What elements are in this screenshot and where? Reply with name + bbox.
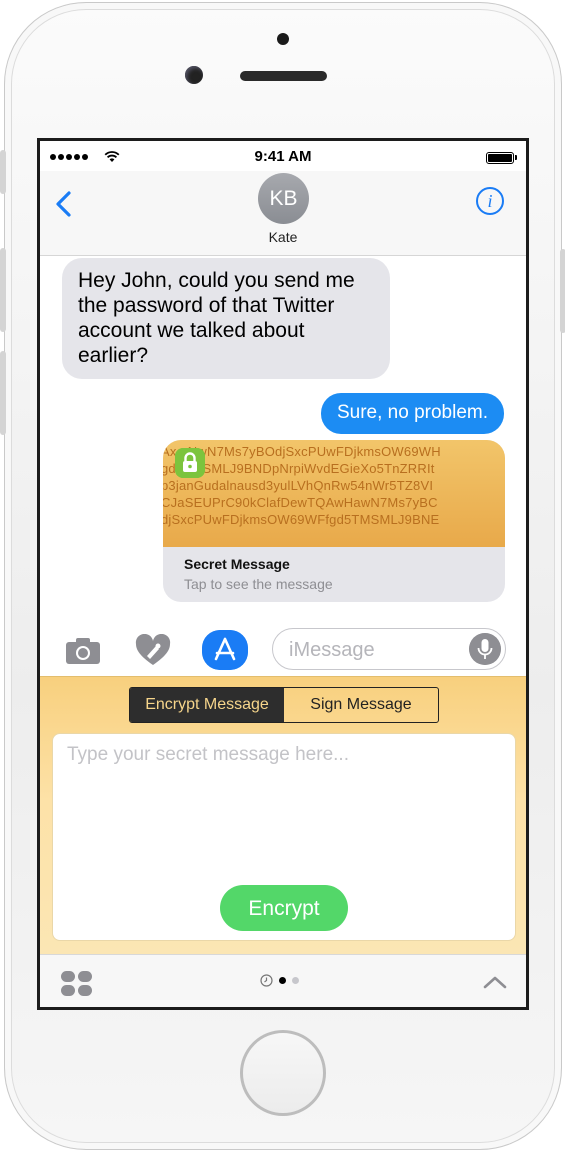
message-input[interactable]	[287, 635, 461, 665]
encrypt-extension-panel: Encrypt Message Sign Message Encrypt	[40, 676, 526, 955]
status-bar: 9:41 AM	[40, 141, 526, 171]
imessage-field[interactable]	[272, 628, 506, 670]
message-thread: Hey John, could you send me the password…	[40, 256, 526, 628]
screen: 9:41 AM KB Kate i Hey John, could you se…	[37, 138, 529, 1010]
contact-avatar[interactable]: KB	[258, 173, 309, 224]
battery-icon	[486, 152, 517, 164]
volume-up-button	[0, 248, 6, 332]
cipher-line: AxcrNwN7Ms7yBOdjSxcPUwFDjkmsOW69WH	[163, 444, 441, 459]
clock-icon	[260, 974, 273, 987]
cipher-line: djSxcPUwFDjkmsOW69WFfgd5TMSMLJ9BNE	[163, 512, 440, 527]
cipher-line: p3janGudalnausd3yulLVhQnRw54nWr5TZ8VI	[163, 478, 434, 493]
mute-switch	[0, 150, 6, 194]
page-dot	[292, 977, 299, 984]
secret-message-input[interactable]	[65, 742, 499, 876]
secret-message-subtitle: Tap to see the message	[184, 576, 333, 592]
incoming-message-bubble[interactable]: Hey John, could you send me the password…	[62, 258, 390, 379]
chevron-up-icon[interactable]	[482, 973, 508, 991]
tab-encrypt-message[interactable]: Encrypt Message	[130, 688, 284, 722]
lock-icon	[175, 448, 205, 478]
secret-message-box: Encrypt	[52, 733, 516, 941]
earpiece-speaker	[240, 71, 327, 81]
camera-icon[interactable]	[64, 634, 102, 668]
microphone-icon[interactable]	[469, 633, 501, 665]
encrypt-button[interactable]: Encrypt	[220, 885, 348, 931]
chevron-left-icon[interactable]	[52, 189, 78, 219]
conversation-header: KB Kate i	[40, 171, 526, 256]
page-dot-active	[279, 977, 286, 984]
cipher-line: CJaSEUPrC90kClafDewTQAwHawN7Ms7yBC	[163, 495, 438, 510]
proximity-sensor	[277, 33, 289, 45]
app-store-icon[interactable]	[202, 630, 248, 670]
contact-name[interactable]: Kate	[40, 229, 526, 245]
page-indicator[interactable]	[260, 974, 299, 987]
volume-down-button	[0, 351, 6, 435]
front-camera	[185, 66, 203, 84]
tab-sign-message[interactable]: Sign Message	[284, 688, 438, 722]
secret-message-title: Secret Message	[184, 556, 290, 572]
compose-bar	[40, 628, 526, 676]
app-drawer-bar	[40, 954, 526, 1007]
app-grid-icon[interactable]	[60, 970, 94, 998]
mode-segmented-control: Encrypt Message Sign Message	[129, 687, 439, 723]
outgoing-message-bubble[interactable]: Sure, no problem.	[320, 393, 504, 434]
power-button	[560, 249, 565, 333]
secret-message-card[interactable]: AxcrNwN7Ms7yBOdjSxcPUwFDjkmsOW69WH gd5TM…	[163, 440, 505, 602]
info-icon[interactable]: i	[476, 187, 504, 215]
home-button[interactable]	[240, 1030, 326, 1116]
status-time: 9:41 AM	[254, 148, 312, 165]
encrypted-preview: AxcrNwN7Ms7yBOdjSxcPUwFDjkmsOW69WH gd5TM…	[163, 440, 505, 547]
heart-hand-icon[interactable]	[134, 634, 172, 668]
cipher-line: gd5TMSMLJ9BNDpNrpiWvdEGieXo5TnZRRIt	[163, 461, 435, 476]
